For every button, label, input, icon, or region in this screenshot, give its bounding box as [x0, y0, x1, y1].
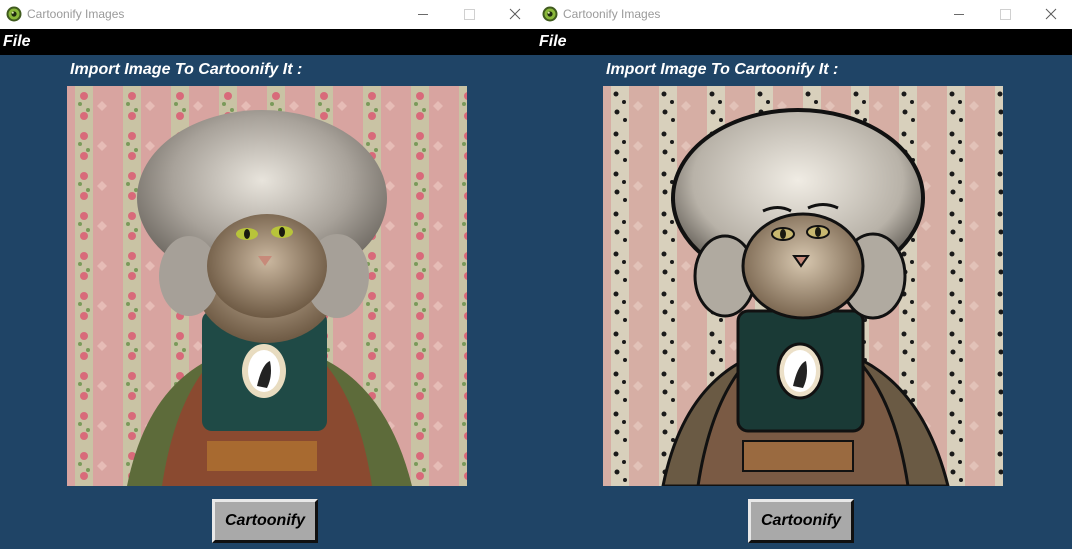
window-title: Cartoonify Images	[563, 7, 661, 21]
maximize-button[interactable]	[982, 0, 1028, 29]
menu-bar: File	[536, 29, 1072, 55]
cartoonified-image	[603, 86, 1003, 486]
minimize-button[interactable]	[400, 0, 446, 29]
title-bar[interactable]: Cartoonify Images	[536, 0, 1072, 29]
menu-file[interactable]: File	[3, 33, 31, 51]
close-button[interactable]	[1028, 0, 1072, 29]
cartoonify-button[interactable]: Cartoonify	[748, 499, 854, 543]
menu-file[interactable]: File	[539, 33, 567, 51]
minimize-icon	[954, 14, 964, 15]
cartoonify-button[interactable]: Cartoonify	[212, 499, 318, 543]
title-bar[interactable]: Cartoonify Images	[0, 0, 536, 29]
minimize-icon	[418, 14, 428, 15]
green-eye-icon	[6, 6, 22, 22]
cartoonify-window-left: Cartoonify Images File Import Image To C…	[0, 0, 536, 549]
import-prompt: Import Image To Cartoonify It :	[70, 61, 303, 78]
close-icon	[1045, 8, 1057, 20]
minimize-button[interactable]	[936, 0, 982, 29]
green-eye-icon	[542, 6, 558, 22]
menu-bar: File	[0, 29, 536, 55]
window-title: Cartoonify Images	[27, 7, 125, 21]
maximize-icon	[464, 9, 475, 20]
maximize-icon	[1000, 9, 1011, 20]
original-image	[67, 86, 467, 486]
import-prompt: Import Image To Cartoonify It :	[606, 61, 839, 78]
close-button[interactable]	[492, 0, 536, 29]
close-icon	[509, 8, 521, 20]
maximize-button[interactable]	[446, 0, 492, 29]
cartoonify-window-right: Cartoonify Images File Import Image To C…	[536, 0, 1072, 549]
